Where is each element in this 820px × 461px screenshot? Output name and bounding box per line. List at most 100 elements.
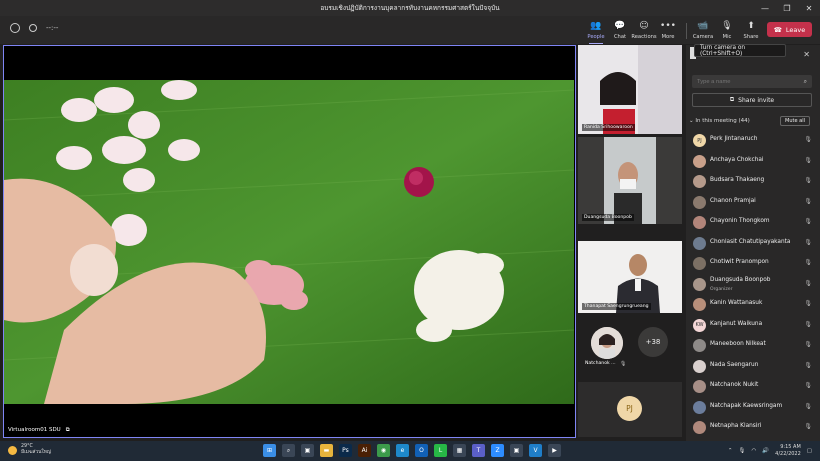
mic-off-icon[interactable]: 🎙 — [804, 280, 812, 287]
window-title: อบรมเชิงปฏิบัติการงานบุคลากรทับงานคหกรรม… — [320, 4, 500, 12]
volume-icon[interactable]: 🔊 — [762, 448, 769, 454]
main-video-stage[interactable]: Virtualroom01 SDU ⧉ — [3, 45, 576, 438]
close-icon[interactable]: ✕ — [803, 50, 810, 59]
mic-off-icon[interactable]: 🎙 — [804, 136, 812, 143]
participant-row[interactable]: KW Kanjanut Waikuna 🎙 — [686, 316, 820, 336]
edge-icon[interactable]: e — [396, 444, 409, 457]
search-icon[interactable]: ⌕ — [282, 444, 295, 457]
avatar-image — [591, 327, 623, 359]
mic-off-icon[interactable]: 🎙 — [804, 157, 812, 164]
shield-icon[interactable] — [10, 23, 20, 33]
participant-row[interactable]: Duangsuda Boonpob Organizer 🎙 — [686, 275, 820, 295]
participant-row[interactable]: Maneeboon Nilkeat 🎙 — [686, 336, 820, 356]
vscode-icon[interactable]: V — [529, 444, 542, 457]
screen-share-icon: ⧉ — [65, 427, 70, 433]
participant-row[interactable]: Netnapha Klansiri 🎙 — [686, 418, 820, 438]
mic-off-icon[interactable]: 🎙 — [804, 403, 812, 410]
mic-off-icon[interactable]: 🎙 — [804, 218, 812, 225]
system-clock[interactable]: 9:15 AM 4/22/2022 — [775, 444, 801, 457]
participant-name: Natchanok Nukit — [710, 382, 759, 388]
participant-row[interactable]: Natchanok Nukit 🎙 — [686, 377, 820, 397]
phone-hangup-icon: ☎ — [773, 25, 782, 34]
chrome-icon[interactable]: ◉ — [377, 444, 390, 457]
weather-widget[interactable]: 29°C มีเมฆส่วนใหญ่ — [8, 444, 51, 456]
search-input[interactable] — [692, 75, 812, 88]
participants-section-header[interactable]: ⌄ In this meeting (44) — [689, 118, 750, 124]
teams-icon[interactable]: T — [472, 444, 485, 457]
wifi-icon[interactable]: ◠ — [751, 448, 756, 454]
windows-start-icon[interactable]: ⊞ — [263, 444, 276, 457]
chevron-up-icon[interactable]: ⌃ — [728, 448, 733, 454]
mic-off-icon[interactable]: 🎙 — [804, 239, 812, 246]
maximize-button[interactable]: ❐ — [776, 0, 798, 16]
taskbar-apps: ⊞ ⌕ ▣ ▬ Ps Ai ◉ e O L ▦ T Z ▣ V ▶ — [263, 444, 561, 457]
meeting-info: --:-- — [10, 23, 58, 33]
mic-off-icon[interactable]: 🎙 — [804, 259, 812, 266]
participant-row[interactable]: Budsara Thakaeng 🎙 — [686, 172, 820, 192]
minimize-button[interactable]: — — [754, 0, 776, 16]
file-explorer-icon[interactable]: ▬ — [320, 444, 333, 457]
more-participants-button[interactable]: +38 — [638, 327, 668, 357]
participant-row[interactable]: Anchaya Chokchai 🎙 — [686, 152, 820, 172]
share-invite-button[interactable]: ⧉ Share invite — [692, 93, 812, 107]
mic-off-icon[interactable]: 🎙 — [804, 321, 812, 328]
search-icon[interactable]: ⌕ — [804, 78, 807, 86]
task-view-icon[interactable]: ▣ — [301, 444, 314, 457]
mic-off-icon[interactable]: 🎙 — [804, 177, 812, 184]
mic-off-icon[interactable]: 🎙 — [804, 300, 812, 307]
store-icon[interactable]: ▦ — [453, 444, 466, 457]
more-button[interactable]: ••• More — [654, 20, 682, 40]
participant-avatar — [693, 421, 706, 434]
participant-avatar — [693, 154, 706, 168]
participant-row[interactable]: Chonlasit Chatutipayakanta 🎙 — [686, 234, 820, 254]
notification-icon[interactable]: ▢ — [807, 448, 812, 454]
photoshop-icon[interactable]: Ps — [339, 444, 352, 457]
participant-row[interactable]: Kanin Wattanasuk 🎙 — [686, 295, 820, 315]
participant-name: Nada Saengarun — [710, 361, 759, 368]
participant-row[interactable]: PJ Perk Jintanaruch 🎙 — [686, 131, 820, 151]
participant-name: Netnapha Klansiri — [710, 423, 762, 429]
mic-off-icon[interactable]: 🎙 — [804, 341, 812, 348]
illustrator-icon[interactable]: Ai — [358, 444, 371, 457]
people-icon: 👥 — [590, 21, 602, 31]
participant-tile[interactable]: Duangsuda Boonpob — [578, 137, 682, 224]
participant-row[interactable]: Chanon Pramjai 🎙 — [686, 193, 820, 213]
leave-button[interactable]: ☎ Leave — [767, 22, 812, 37]
mic-off-icon[interactable]: 🎙 — [804, 423, 812, 430]
outlook-icon[interactable]: O — [415, 444, 428, 457]
participant-avatar — [693, 195, 706, 209]
mic-off-icon[interactable]: 🎙 — [804, 198, 812, 205]
participant-avatar: PJ — [693, 134, 706, 147]
participant-row[interactable]: Chayonin Thongkom 🎙 — [686, 213, 820, 233]
participant-tile[interactable]: Ranida Srihoowaroon — [578, 45, 682, 134]
participant-row[interactable]: Chotiwit Pranompon 🎙 — [686, 254, 820, 274]
mic-off-icon[interactable]: 🎙 — [804, 382, 812, 389]
participant-name: Kanin Wattanasuk — [710, 300, 763, 306]
share-icon: ⬆ — [747, 21, 755, 31]
app-icon[interactable]: ▣ — [510, 444, 523, 457]
participant-name: Ranida Srihoowaroon — [582, 124, 635, 131]
line-icon[interactable]: L — [434, 444, 447, 457]
participant-avatar[interactable] — [591, 327, 623, 359]
mic-off-icon[interactable]: 🎙 — [739, 448, 746, 454]
meeting-timer: --:-- — [46, 24, 59, 32]
participant-avatar: KW — [693, 318, 706, 332]
participant-avatar — [693, 236, 706, 250]
participant-row[interactable]: Natchapak Kaewsringam 🎙 — [686, 398, 820, 418]
people-panel: ✕ ⌕ ⧉ Share invite ⌄ In this meeting (44… — [686, 45, 820, 441]
mic-off-icon: 🎙 — [620, 361, 627, 367]
mute-all-button[interactable]: Mute all — [780, 116, 810, 126]
participant-avatar — [693, 216, 706, 229]
participant-name: Kanjanut Waikuna — [710, 320, 763, 327]
mic-off-icon[interactable]: 🎙 — [804, 362, 812, 369]
camera-off-icon: 📹 — [697, 21, 709, 31]
participant-row[interactable]: Nada Saengarun 🎙 — [686, 357, 820, 377]
participant-avatar — [693, 359, 706, 373]
participant-tile[interactable]: PJ — [578, 382, 682, 437]
zoom-icon[interactable]: Z — [491, 444, 504, 457]
participant-video — [578, 137, 682, 224]
participant-tile[interactable]: Thanapat Saengrungrueang — [578, 241, 682, 313]
close-window-button[interactable]: ✕ — [798, 0, 820, 16]
share-button[interactable]: ⬆ Share — [737, 20, 765, 40]
media-icon[interactable]: ▶ — [548, 444, 561, 457]
